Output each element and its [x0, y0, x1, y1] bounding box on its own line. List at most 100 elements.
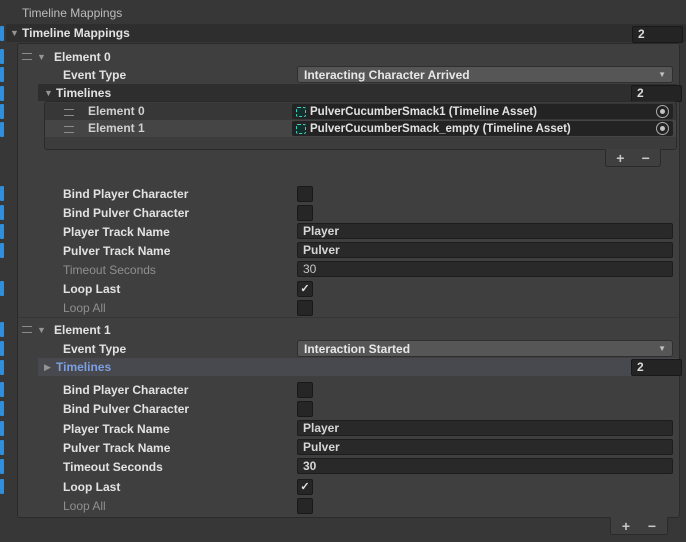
override-indicator — [0, 421, 4, 436]
element0-event-type-dropdown[interactable]: Interacting Character Arrived ▼ — [297, 66, 673, 83]
override-indicator — [0, 401, 4, 416]
element1-event-type-dropdown[interactable]: Interaction Started ▼ — [297, 340, 673, 357]
foldout-open-icon[interactable]: ▼ — [44, 88, 56, 98]
element0-header-row[interactable]: ▼ Element 0 — [22, 47, 111, 66]
object-picker-icon[interactable] — [656, 122, 669, 135]
override-indicator — [0, 205, 4, 220]
loop-all-row: Loop All — [63, 298, 106, 317]
override-indicator — [0, 360, 4, 375]
timeout-row: Timeout Seconds — [63, 457, 163, 476]
loop-last-checkbox[interactable]: ✓ — [297, 281, 313, 297]
bind-pulver-label: Bind Pulver Character — [63, 206, 189, 220]
player-track-row: Player Track Name — [63, 419, 170, 438]
foldout-closed-icon[interactable]: ▶ — [44, 362, 56, 373]
timeline-mappings-list-header[interactable]: ▼ Timeline Mappings — [6, 24, 686, 42]
loop-last-label: Loop Last — [63, 282, 120, 296]
timeline-mappings-size-field[interactable]: 2 — [632, 26, 683, 43]
bind-pulver-checkbox[interactable] — [297, 401, 313, 417]
override-indicator — [0, 122, 4, 137]
timelines-title: Timelines — [56, 360, 111, 374]
pulver-track-row: Pulver Track Name — [63, 438, 170, 457]
timeline-mappings-list-footer: + − — [610, 517, 668, 535]
override-indicator — [0, 49, 4, 64]
timeline-asset-object-field[interactable]: PulverCucumberSmack1 (Timeline Asset) — [292, 104, 673, 119]
pulver-track-row: Pulver Track Name — [63, 241, 170, 260]
element0-event-type-row: Event Type — [63, 65, 126, 84]
bind-pulver-checkbox[interactable] — [297, 205, 313, 221]
timeout-input[interactable] — [297, 261, 673, 277]
loop-last-checkbox[interactable]: ✓ — [297, 479, 313, 495]
override-indicator — [0, 459, 4, 474]
loop-all-checkbox[interactable] — [297, 300, 313, 316]
override-indicator — [0, 224, 4, 239]
bind-pulver-label: Bind Pulver Character — [63, 402, 189, 416]
timelines-title: Timelines — [56, 86, 111, 100]
bind-player-row: Bind Player Character — [63, 184, 188, 203]
player-track-row: Player Track Name — [63, 222, 170, 241]
foldout-open-icon[interactable]: ▼ — [37, 325, 49, 335]
unity-inspector-panel: Timeline Mappings ▼ Timeline Mappings 2 … — [0, 0, 686, 542]
drag-handle-icon[interactable] — [64, 126, 74, 133]
event-type-value: Interaction Started — [304, 342, 410, 356]
loop-last-label: Loop Last — [63, 480, 120, 494]
pulver-track-input[interactable] — [297, 242, 673, 258]
timelines-item-row-1[interactable]: Element 1 PulverCucumberSmack_empty (Tim… — [45, 120, 676, 137]
override-indicator — [0, 67, 4, 82]
override-indicator — [0, 341, 4, 356]
drag-handle-icon[interactable] — [64, 109, 74, 116]
bind-pulver-row: Bind Pulver Character — [63, 203, 189, 222]
add-button[interactable]: + — [609, 151, 631, 165]
event-type-label: Event Type — [63, 68, 126, 82]
pulver-track-input[interactable] — [297, 439, 673, 455]
loop-all-checkbox[interactable] — [297, 498, 313, 514]
timeline-asset-object-field[interactable]: PulverCucumberSmack_empty (Timeline Asse… — [292, 121, 673, 136]
player-track-input[interactable] — [297, 223, 673, 239]
add-button[interactable]: + — [615, 519, 637, 533]
override-indicator — [0, 382, 4, 397]
timeline-mappings-title: Timeline Mappings — [22, 26, 130, 40]
remove-button[interactable]: − — [641, 519, 663, 533]
timelines-item-row-0[interactable]: Element 0 PulverCucumberSmack1 (Timeline… — [45, 103, 676, 120]
element1-title: Element 1 — [54, 323, 111, 337]
bind-player-checkbox[interactable] — [297, 382, 313, 398]
bind-player-checkbox[interactable] — [297, 186, 313, 202]
player-track-input[interactable] — [297, 420, 673, 436]
override-indicator — [0, 440, 4, 455]
override-indicator — [0, 281, 4, 296]
element1-header-row[interactable]: ▼ Element 1 — [22, 320, 111, 339]
bind-pulver-row: Bind Pulver Character — [63, 399, 189, 418]
element1-event-type-row: Event Type — [63, 339, 126, 358]
timeout-input[interactable] — [297, 458, 673, 474]
override-indicator — [0, 243, 4, 258]
object-picker-icon[interactable] — [656, 105, 669, 118]
timeout-row: Timeout Seconds — [63, 260, 156, 279]
element0-timelines-header[interactable]: ▼ Timelines — [38, 84, 677, 101]
drag-handle-icon[interactable] — [22, 326, 32, 333]
remove-button[interactable]: − — [635, 151, 657, 165]
override-indicator — [0, 86, 4, 101]
pulver-track-label: Pulver Track Name — [63, 244, 170, 258]
loop-all-row: Loop All — [63, 496, 106, 515]
loop-all-label: Loop All — [63, 499, 106, 513]
element-separator — [18, 317, 678, 318]
loop-last-row: Loop Last — [63, 477, 120, 496]
override-indicator — [0, 186, 4, 201]
dropdown-arrow-icon: ▼ — [658, 70, 666, 79]
override-indicator — [0, 322, 4, 337]
foldout-open-icon[interactable]: ▼ — [37, 52, 49, 62]
timeline-asset-name: PulverCucumberSmack1 (Timeline Asset) — [310, 106, 537, 118]
event-type-label: Event Type — [63, 342, 126, 356]
timeline-asset-icon — [296, 107, 306, 117]
event-type-value: Interacting Character Arrived — [304, 68, 470, 82]
timeline-item-label: Element 1 — [88, 121, 145, 135]
timelines-size-field[interactable]: 2 — [631, 85, 682, 102]
dropdown-arrow-icon: ▼ — [658, 344, 666, 353]
element1-timelines-header-selected[interactable]: ▶ Timelines — [38, 358, 677, 376]
timeout-label: Timeout Seconds — [63, 460, 163, 474]
timeline-asset-icon — [296, 124, 306, 134]
timeline-item-label: Element 0 — [88, 104, 145, 118]
timelines-size-field[interactable]: 2 — [631, 359, 682, 376]
foldout-open-icon[interactable]: ▼ — [10, 28, 22, 38]
check-icon: ✓ — [300, 481, 309, 493]
drag-handle-icon[interactable] — [22, 53, 32, 60]
